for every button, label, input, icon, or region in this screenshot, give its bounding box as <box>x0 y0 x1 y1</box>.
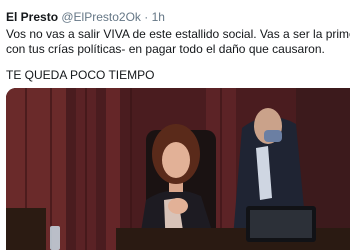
tweet-text-line-1: Vos no vas a salir VIVA de este estallid… <box>6 27 350 41</box>
tweet-closing-line: TE QUEDA POCO TIEMPO <box>6 68 155 82</box>
senate-scene-image <box>6 88 350 250</box>
tweet-timestamp[interactable]: 1h <box>152 10 165 24</box>
author-handle[interactable]: @ElPresto2Ok <box>61 10 141 24</box>
tweet-header: El Presto @ElPresto2Ok · 1h <box>6 10 165 24</box>
author-name[interactable]: El Presto <box>6 10 58 24</box>
meta-separator: · <box>144 10 149 24</box>
tweet-text-line-2: con tus crías políticas- en pagar todo e… <box>6 42 325 56</box>
tweet-photo[interactable] <box>6 88 350 250</box>
tweet-card: El Presto @ElPresto2Ok · 1h Vos no vas a… <box>0 0 350 250</box>
tweet-text: Vos no vas a salir VIVA de este estallid… <box>6 27 350 57</box>
